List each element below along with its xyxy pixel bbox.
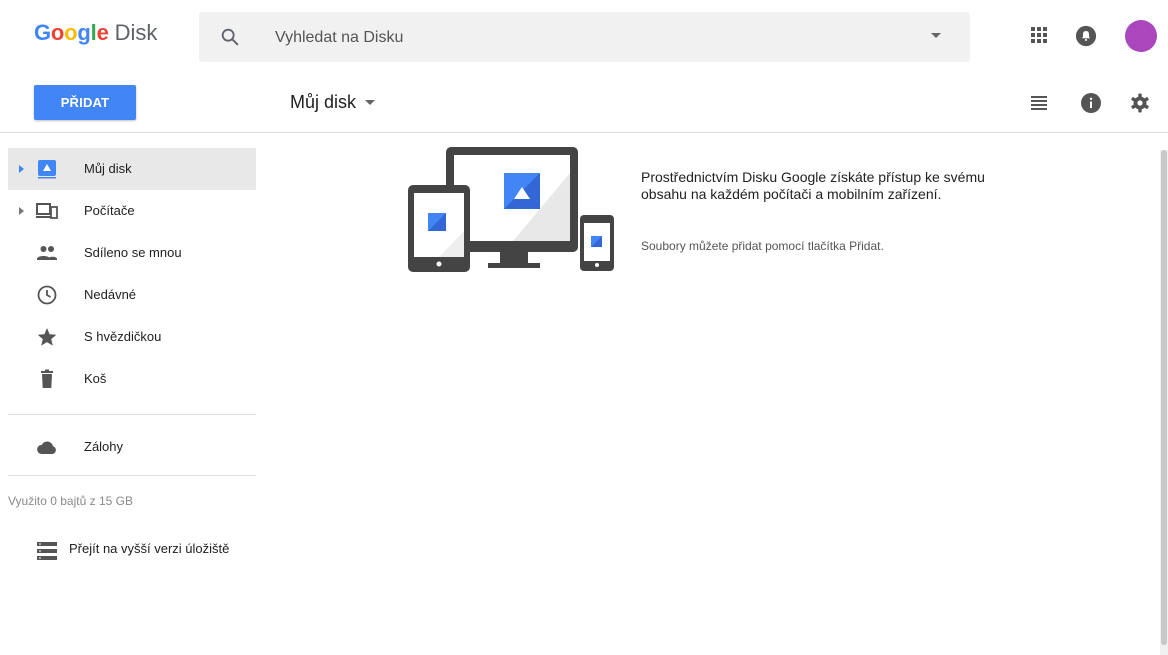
sidebar-item-recent[interactable]: Nedávné [8, 274, 256, 316]
top-header: Google Disk [0, 0, 1168, 72]
avatar[interactable] [1125, 20, 1157, 52]
star-icon [37, 328, 57, 346]
empty-state-subtitle: Soubory můžete přidat pomocí tlačítka Př… [641, 239, 884, 253]
trash-icon [41, 369, 53, 388]
storage-usage-text: Využito 0 bajtů z 15 GB [8, 494, 133, 508]
upgrade-storage-link[interactable]: Přejít na vyšší verzi úložiště [8, 536, 256, 566]
search-box[interactable] [199, 12, 970, 62]
sidebar-divider [8, 475, 256, 476]
sidebar-item-computers[interactable]: Počítače [8, 190, 256, 232]
storage-icon [37, 542, 57, 560]
sidebar-item-label: Nedávné [84, 287, 137, 302]
cloud-icon [37, 441, 56, 454]
breadcrumb[interactable]: Můj disk [290, 92, 376, 113]
sidebar-item-shared-with-me[interactable]: Sdíleno se mnou [8, 232, 256, 274]
sidebar-item-label: Počítače [84, 203, 135, 218]
shared-people-icon [37, 246, 57, 260]
product-name: Disk [114, 20, 158, 45]
notifications-bell-icon[interactable] [1075, 25, 1097, 47]
devices-illustration [408, 147, 614, 272]
sidebar-item-label: Můj disk [84, 161, 132, 176]
sidebar-item-starred[interactable]: S hvězdičkou [8, 316, 256, 358]
search-input[interactable] [273, 25, 897, 51]
sidebar-item-label: Sdíleno se mnou [84, 245, 182, 260]
new-button[interactable]: PŘIDAT [34, 85, 136, 120]
drive-icon [38, 160, 56, 179]
expand-arrow-icon[interactable] [19, 207, 24, 215]
google-drive-logo[interactable]: Google Disk [34, 20, 157, 46]
expand-arrow-icon[interactable] [19, 165, 24, 173]
chevron-down-icon[interactable] [365, 100, 376, 105]
search-icon[interactable] [219, 26, 241, 48]
info-icon[interactable] [1081, 93, 1101, 113]
list-view-icon[interactable] [1031, 96, 1047, 110]
computers-icon [36, 203, 58, 219]
action-bar: PŘIDAT Můj disk [0, 72, 1168, 133]
sidebar-item-label: S hvězdičkou [84, 329, 162, 344]
main-content: Prostřednictvím Disku Google získáte pří… [256, 133, 1158, 655]
vertical-scrollbar[interactable] [1160, 150, 1168, 655]
empty-state-title: Prostřednictvím Disku Google získáte pří… [641, 169, 985, 202]
apps-grid-icon[interactable] [1031, 27, 1047, 43]
sidebar-item-label: Koš [84, 371, 107, 386]
settings-gear-icon[interactable] [1130, 93, 1150, 113]
sidebar-item-my-drive[interactable]: Můj disk [8, 148, 256, 190]
breadcrumb-my-drive[interactable]: Můj disk [290, 92, 356, 113]
upgrade-label: Přejít na vyšší verzi úložiště [69, 541, 230, 556]
search-options-dropdown-icon[interactable] [931, 33, 941, 38]
sidebar-item-backups[interactable]: Zálohy [8, 426, 256, 468]
google-wordmark: Google [34, 20, 109, 45]
clock-icon [37, 285, 57, 305]
sidebar-item-trash[interactable]: Koš [8, 358, 256, 400]
sidebar-item-label: Zálohy [84, 439, 124, 454]
sidebar-divider [8, 414, 256, 415]
scrollbar-thumb[interactable] [1161, 150, 1167, 645]
sidebar: Můj disk Počítače Sdíleno se mnou Nedávn… [8, 148, 256, 655]
